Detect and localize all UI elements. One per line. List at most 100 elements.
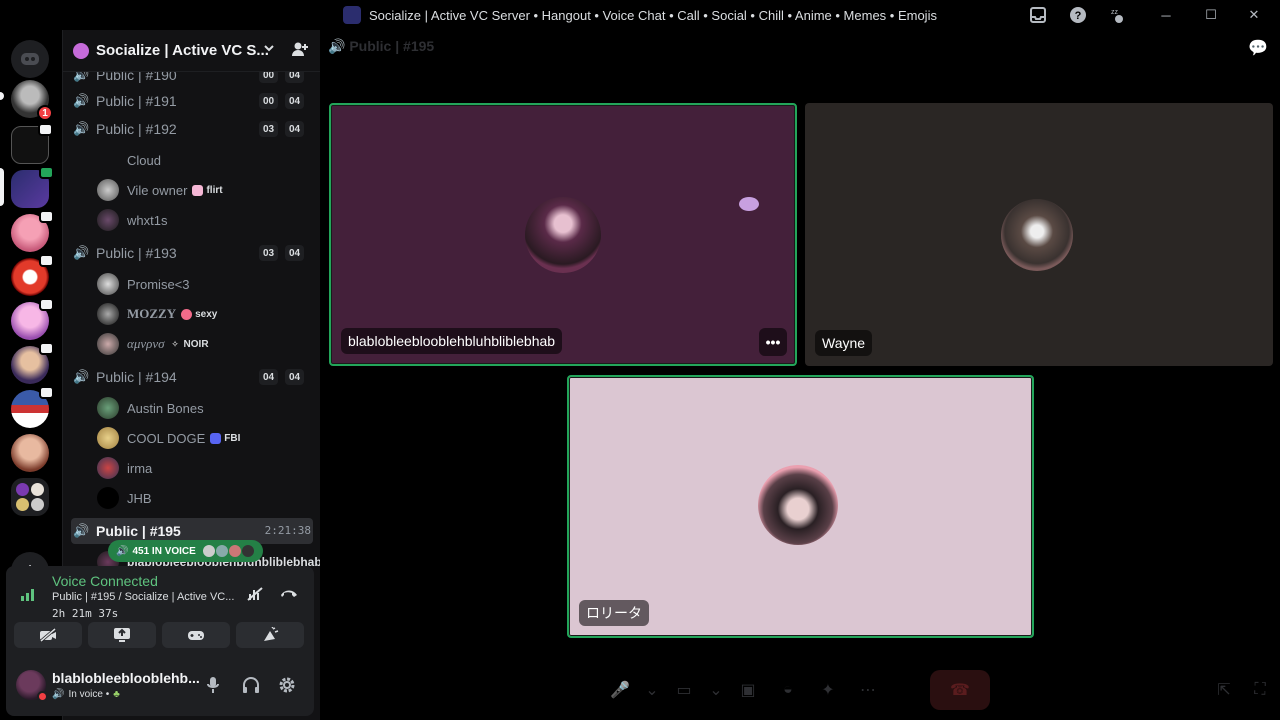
- help-icon[interactable]: ?: [1058, 0, 1098, 30]
- voice-channel-public-191[interactable]: 🔊 Public | #191 00 04: [71, 88, 313, 114]
- guild-icon[interactable]: 1: [11, 80, 53, 121]
- disconnect-icon[interactable]: [280, 586, 298, 602]
- more-icon[interactable]: ⋯: [848, 670, 888, 710]
- direct-messages-button[interactable]: [11, 40, 49, 78]
- user-limit: 04: [285, 121, 305, 137]
- guild-icon[interactable]: [11, 298, 54, 340]
- avatar: [201, 544, 216, 558]
- user-name: Vile owner: [127, 182, 188, 198]
- voice-status-title[interactable]: Voice Connected: [52, 573, 158, 589]
- fullscreen-icon[interactable]: ⛶: [1240, 670, 1280, 710]
- guild-icon[interactable]: [11, 342, 54, 384]
- avatar: [97, 303, 119, 325]
- server-header[interactable]: Socialize | Active VC S...: [63, 30, 321, 72]
- guild-icon[interactable]: [11, 386, 54, 428]
- voice-user[interactable]: Promise<3: [97, 271, 190, 297]
- voice-user[interactable]: whxt1s: [97, 207, 167, 233]
- server-name: Socialize | Active VC S...: [96, 42, 269, 59]
- guild-icon[interactable]: [11, 254, 54, 296]
- video-tile[interactable]: Wayne: [805, 103, 1273, 366]
- voice-connected-icon: [39, 166, 54, 179]
- call-header: 🔊 Public | #195: [328, 38, 434, 55]
- screen-share-button[interactable]: [88, 622, 156, 648]
- minimize-button[interactable]: ─: [1138, 0, 1194, 30]
- soundboard-icon[interactable]: ✦: [808, 670, 848, 710]
- guild-icon[interactable]: [11, 434, 49, 472]
- discord-logo-icon: [21, 53, 39, 65]
- noise-suppression-icon[interactable]: [246, 586, 264, 605]
- avatar: [97, 457, 119, 479]
- voice-user[interactable]: MOZZY sexy: [97, 301, 217, 327]
- guild-icon[interactable]: [11, 210, 54, 252]
- maximize-button[interactable]: ☐: [1194, 0, 1228, 30]
- clan-tag-label: FBI: [224, 432, 241, 444]
- screen-share-icon: [114, 628, 130, 642]
- more-options-icon[interactable]: •••: [759, 328, 787, 356]
- voice-channel-public-190[interactable]: 🔊 Public | #190 00 04: [71, 72, 313, 88]
- inbox-icon[interactable]: [1018, 0, 1058, 30]
- voice-channel-link[interactable]: Public | #195 / Socialize | Active VC...: [52, 591, 234, 603]
- avatar: [97, 273, 119, 295]
- socialize-guild-icon[interactable]: [11, 166, 54, 208]
- video-tile[interactable]: blablobleeblooblehbluhbliblebhab •••: [329, 103, 797, 366]
- voice-channel-public-194[interactable]: 🔊 Public | #194 04 04: [71, 364, 313, 390]
- selected-indicator: [0, 168, 4, 206]
- voice-activity-icon: [39, 386, 54, 399]
- controller-icon[interactable]: ◒: [768, 670, 808, 710]
- voice-user[interactable]: COOL DOGE FBI: [97, 425, 240, 451]
- disconnect-button[interactable]: ☎: [930, 670, 990, 710]
- user-name: whxt1s: [127, 212, 168, 228]
- sleep-icon[interactable]: zz: [1098, 0, 1138, 30]
- camera-toggle-button[interactable]: [14, 622, 82, 648]
- voice-user[interactable]: Austin Bones: [97, 395, 204, 421]
- settings-gear-icon[interactable]: [278, 676, 296, 699]
- soundboard-button[interactable]: [236, 622, 304, 648]
- voice-user[interactable]: Vile owner flirt: [97, 177, 223, 203]
- headphones-icon[interactable]: [242, 676, 260, 699]
- user-count: 04: [259, 369, 279, 385]
- server-folder[interactable]: [11, 478, 49, 516]
- speaker-icon: 🔊: [73, 93, 90, 108]
- voice-user[interactable]: αμνρνσ ✧ NOIR: [97, 331, 209, 357]
- user-name: irma: [127, 460, 153, 476]
- voice-user[interactable]: irma: [97, 455, 152, 481]
- speaker-icon: 🔊: [328, 38, 346, 54]
- guild-icon[interactable]: [11, 123, 53, 164]
- title-bar: Socialize | Active VC Server • Hangout •…: [0, 0, 1280, 30]
- invite-people-icon[interactable]: [291, 41, 309, 61]
- current-user-name[interactable]: blablobleeblooblehb...: [52, 670, 200, 686]
- clan-tag-label: flirt: [206, 184, 223, 196]
- user-limit: 04: [285, 72, 305, 83]
- microphone-icon[interactable]: 🎤: [600, 670, 640, 710]
- voice-channel-public-193[interactable]: 🔊 Public | #193 03 04: [71, 240, 313, 266]
- chat-bubble-icon[interactable]: 💬: [1248, 38, 1268, 58]
- server-app-icon: [343, 6, 362, 24]
- chevron-up-icon[interactable]: ⌄: [640, 670, 664, 710]
- screen-share-icon[interactable]: ▣: [728, 670, 768, 710]
- video-tile[interactable]: ロリータ: [567, 375, 1034, 638]
- voice-channel-public-192[interactable]: 🔊 Public | #192 03 04: [71, 116, 313, 142]
- close-button[interactable]: ✕: [1228, 0, 1280, 30]
- folder-guild-icon: [31, 483, 44, 496]
- activity-button[interactable]: [162, 622, 230, 648]
- camera-off-icon[interactable]: ▭: [664, 670, 704, 710]
- svg-text:zz: zz: [1111, 9, 1119, 16]
- soundboard-icon: [264, 627, 279, 641]
- voice-user[interactable]: Cloud: [97, 147, 161, 173]
- chevron-up-icon[interactable]: ⌄: [704, 670, 728, 710]
- signal-icon[interactable]: [20, 586, 38, 605]
- voice-user[interactable]: JHB: [97, 485, 152, 511]
- popout-icon[interactable]: ⇱: [1204, 670, 1244, 710]
- avatar: [97, 149, 119, 171]
- user-count: 03: [259, 121, 279, 137]
- user-count: 00: [259, 93, 279, 109]
- server-boost-icon: [73, 42, 89, 59]
- in-voice-pill[interactable]: 🔊 451 IN VOICE: [108, 540, 263, 562]
- user-name: αμνρνσ: [127, 336, 165, 351]
- microphone-icon[interactable]: [206, 676, 220, 699]
- voice-elapsed: 2h 21m 37s: [52, 607, 119, 620]
- controller-icon: [188, 631, 204, 640]
- channel-name: Public | #191: [96, 93, 177, 109]
- speaker-icon: 🔊: [73, 72, 90, 82]
- voice-activity-icon: [39, 342, 54, 355]
